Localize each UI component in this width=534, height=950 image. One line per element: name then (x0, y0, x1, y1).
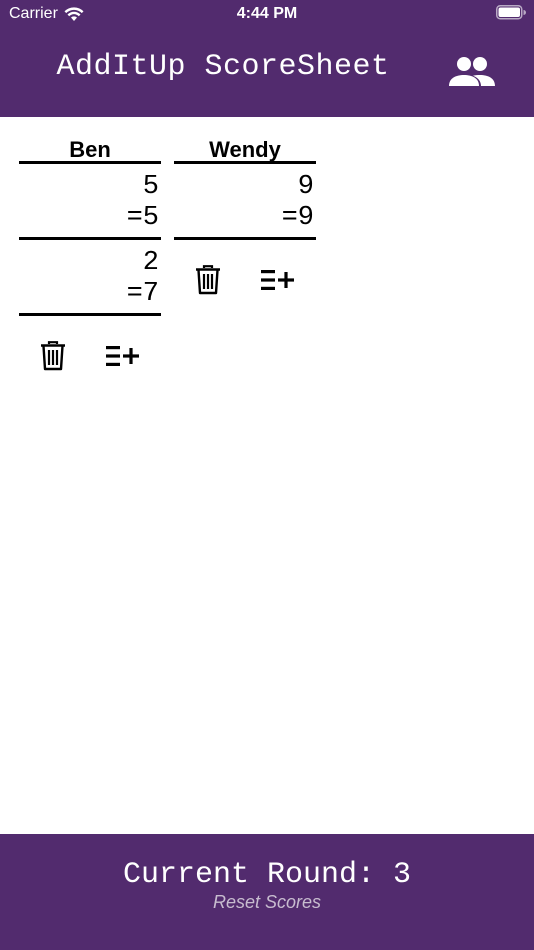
status-time: 4:44 PM (236, 5, 298, 22)
player-actions (174, 260, 316, 304)
status-bar: Carrier 4:44 PM (0, 0, 534, 28)
round-score: 9 (297, 172, 314, 202)
add-score-button[interactable] (103, 336, 143, 376)
add-round-icon (106, 346, 139, 366)
player-actions (19, 336, 161, 380)
current-round-label: Current Round: 3 (122, 858, 412, 892)
app-title: AddItUp ScoreSheet (56, 50, 390, 84)
running-total: =5 (126, 203, 159, 233)
round-entry: 5 =5 (19, 172, 161, 240)
player-name: Ben (19, 136, 161, 164)
round-score: 2 (142, 248, 159, 278)
players-button[interactable] (446, 52, 498, 92)
round-entry: 9 =9 (174, 172, 316, 240)
player-column-wendy: Wendy 9 =9 (174, 136, 316, 304)
reset-scores-button[interactable]: Reset Scores (0, 892, 534, 913)
add-round-icon (261, 270, 294, 290)
trash-icon (196, 265, 220, 295)
delete-score-button[interactable] (188, 260, 228, 300)
delete-score-button[interactable] (33, 336, 73, 376)
battery-icon (496, 5, 526, 25)
player-name: Wendy (174, 136, 316, 164)
player-column-ben: Ben 5 =5 2 =7 (19, 136, 161, 380)
running-total: =7 (126, 279, 159, 309)
round-entry: 2 =7 (19, 248, 161, 316)
round-score: 5 (142, 172, 159, 202)
footer-bar: Current Round: 3 Reset Scores (0, 834, 534, 950)
score-sheet: Ben 5 =5 2 =7 Wendy 9 =9 (0, 117, 534, 834)
add-score-button[interactable] (258, 260, 298, 300)
players-icon (449, 57, 495, 86)
running-total: =9 (281, 203, 314, 233)
trash-icon (41, 341, 65, 371)
header-bar: Carrier 4:44 PM AddItUp ScoreSheet (0, 0, 534, 117)
